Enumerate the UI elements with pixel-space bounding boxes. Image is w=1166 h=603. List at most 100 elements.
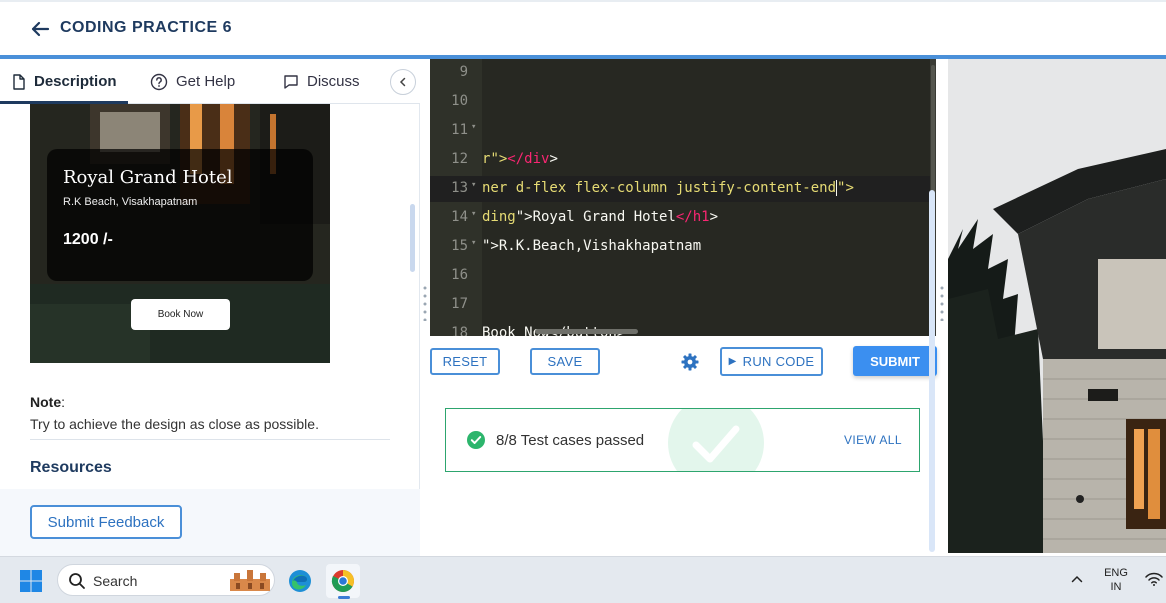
line-number: 9: [459, 64, 468, 80]
code-token: ">: [837, 180, 854, 196]
fold-arrow-icon[interactable]: ▾: [471, 209, 476, 219]
chrome-logo-icon: [331, 570, 354, 592]
hotel-location: R.K Beach, Visakhapatnam: [63, 196, 198, 208]
save-button[interactable]: SAVE: [530, 348, 600, 375]
resources-heading: Resources: [30, 459, 112, 476]
note-label: Note:: [30, 394, 66, 410]
fold-arrow-icon[interactable]: ▾: [471, 180, 476, 190]
big-check-watermark: [668, 409, 764, 471]
header: CODING PRACTICE 6: [0, 0, 1166, 56]
submit-feedback-button[interactable]: Submit Feedback: [30, 505, 182, 539]
tab-bar: Description Get Help Discuss: [0, 59, 420, 104]
gear-icon[interactable]: [680, 352, 700, 372]
code-token: ding: [482, 209, 516, 225]
language-code: ENG: [1104, 567, 1128, 579]
line-number: 18: [451, 325, 468, 336]
note-text: Try to achieve the design as close as po…: [30, 416, 319, 432]
line-number-text: 11: [451, 122, 468, 138]
chrome-browser-icon[interactable]: [326, 564, 360, 598]
line-number-text: 14: [451, 209, 468, 225]
wifi-icon[interactable]: [1145, 572, 1163, 586]
hotel-info-card: Royal Grand Hotel R.K Beach, Visakhapatn…: [47, 149, 313, 281]
hotel-price: 1200 /-: [63, 231, 113, 248]
document-icon: [13, 73, 25, 90]
code-token: ">Royal Grand Hotel: [515, 209, 676, 225]
test-result-text: 8/8 Test cases passed: [496, 432, 645, 449]
tab-description[interactable]: Description: [12, 59, 117, 104]
check-circle-icon: [467, 431, 485, 449]
line-number: 11 ▾: [430, 122, 476, 138]
code-token: </div: [507, 151, 550, 167]
tab-discuss[interactable]: Discuss: [283, 59, 360, 104]
line-number: 13 ▾: [430, 180, 476, 196]
language-indicator[interactable]: ENG IN: [1100, 566, 1132, 594]
editor-actions-panel: RESET SAVE ▶ RUN CODE SUBMIT 8/8 Test ca…: [430, 336, 937, 556]
code-token: </h1: [675, 209, 710, 225]
code-line: ner d-flex flex-column justify-content-e…: [482, 180, 854, 196]
code-token: ">R.K.Beach,Vishakhapatnam: [482, 238, 702, 254]
code-line: r"></div>: [482, 151, 558, 167]
search-highlight-palace-icon: [230, 570, 270, 591]
book-now-button: Book Now: [131, 299, 230, 330]
left-panel-scrollbar[interactable]: [410, 204, 415, 272]
divider: [30, 439, 390, 440]
left-splitter-handle[interactable]: [423, 285, 427, 321]
help-circle-icon: [150, 73, 168, 90]
code-token: ner d-flex flex-column justify-content-e…: [482, 180, 837, 196]
edge-logo-icon: [289, 570, 311, 592]
chevron-left-icon: [399, 77, 406, 87]
check-watermark-icon: [692, 425, 740, 463]
line-number: 12: [451, 151, 468, 167]
code-token: ">: [490, 151, 508, 167]
hotel-name: Royal Grand Hotel: [63, 167, 233, 188]
tab-get-help[interactable]: Get Help: [150, 59, 235, 104]
code-editor[interactable]: 9 10 11 ▾ 12 13 ▾ 14 ▾ 15 ▾ 16 17 18 r"></di…: [430, 59, 935, 336]
line-number: 14 ▾: [430, 209, 476, 225]
fold-arrow-icon[interactable]: ▾: [471, 122, 476, 132]
page-title: CODING PRACTICE 6: [60, 19, 233, 36]
windows-start-icon[interactable]: [19, 569, 43, 593]
fold-arrow-icon[interactable]: ▾: [471, 238, 476, 248]
line-number-text: 13: [451, 180, 468, 196]
design-preview-image: Royal Grand Hotel R.K Beach, Visakhapatn…: [30, 104, 330, 363]
middle-panel-scrollbar[interactable]: [929, 190, 935, 552]
description-content: Royal Grand Hotel R.K Beach, Visakhapatn…: [0, 104, 420, 489]
edge-browser-icon[interactable]: [283, 564, 317, 598]
search-placeholder: Search: [93, 573, 138, 589]
code-token: >: [709, 209, 719, 225]
tab-get-help-label: Get Help: [176, 73, 236, 90]
app-window: CODING PRACTICE 6 Description Get Help D…: [0, 0, 1166, 603]
tab-discuss-label: Discuss: [307, 73, 360, 90]
chat-bubble-icon: [284, 74, 298, 89]
test-result-banner: 8/8 Test cases passed VIEW ALL: [445, 408, 920, 472]
code-token: >: [549, 151, 558, 167]
line-number: 15 ▾: [430, 238, 476, 254]
search-icon: [69, 573, 85, 589]
output-preview: [948, 59, 1166, 553]
back-arrow-icon[interactable]: [28, 17, 52, 41]
note-label-text: Note: [30, 394, 62, 410]
reset-button[interactable]: RESET: [430, 348, 500, 375]
region-code: IN: [1110, 581, 1122, 593]
play-icon: ▶: [728, 356, 737, 367]
line-number: 10: [451, 93, 468, 109]
code-line: ">R.K.Beach,Vishakhapatnam: [482, 238, 701, 254]
left-panel: Description Get Help Discuss Royal Grand…: [0, 59, 420, 556]
run-code-button[interactable]: ▶ RUN CODE: [720, 347, 823, 376]
line-number: 16: [451, 267, 468, 283]
chevron-up-icon[interactable]: [1070, 572, 1084, 586]
taskbar-search-input[interactable]: Search: [57, 564, 275, 596]
view-all-link[interactable]: VIEW ALL: [844, 433, 902, 447]
editor-horizontal-scrollbar[interactable]: [535, 329, 638, 334]
right-splitter-handle[interactable]: [940, 285, 944, 321]
run-code-label: RUN CODE: [742, 354, 815, 369]
line-number: 17: [451, 296, 468, 312]
windows-taskbar: Search: [0, 556, 1166, 603]
output-house-image: [948, 59, 1166, 553]
line-number-text: 15: [451, 238, 468, 254]
tab-description-label: Description: [34, 73, 117, 90]
submit-button[interactable]: SUBMIT: [853, 346, 937, 376]
collapse-panel-button[interactable]: [390, 69, 416, 95]
active-app-indicator: [338, 596, 350, 599]
code-line: ding">Royal Grand Hotel</h1>: [482, 209, 718, 225]
